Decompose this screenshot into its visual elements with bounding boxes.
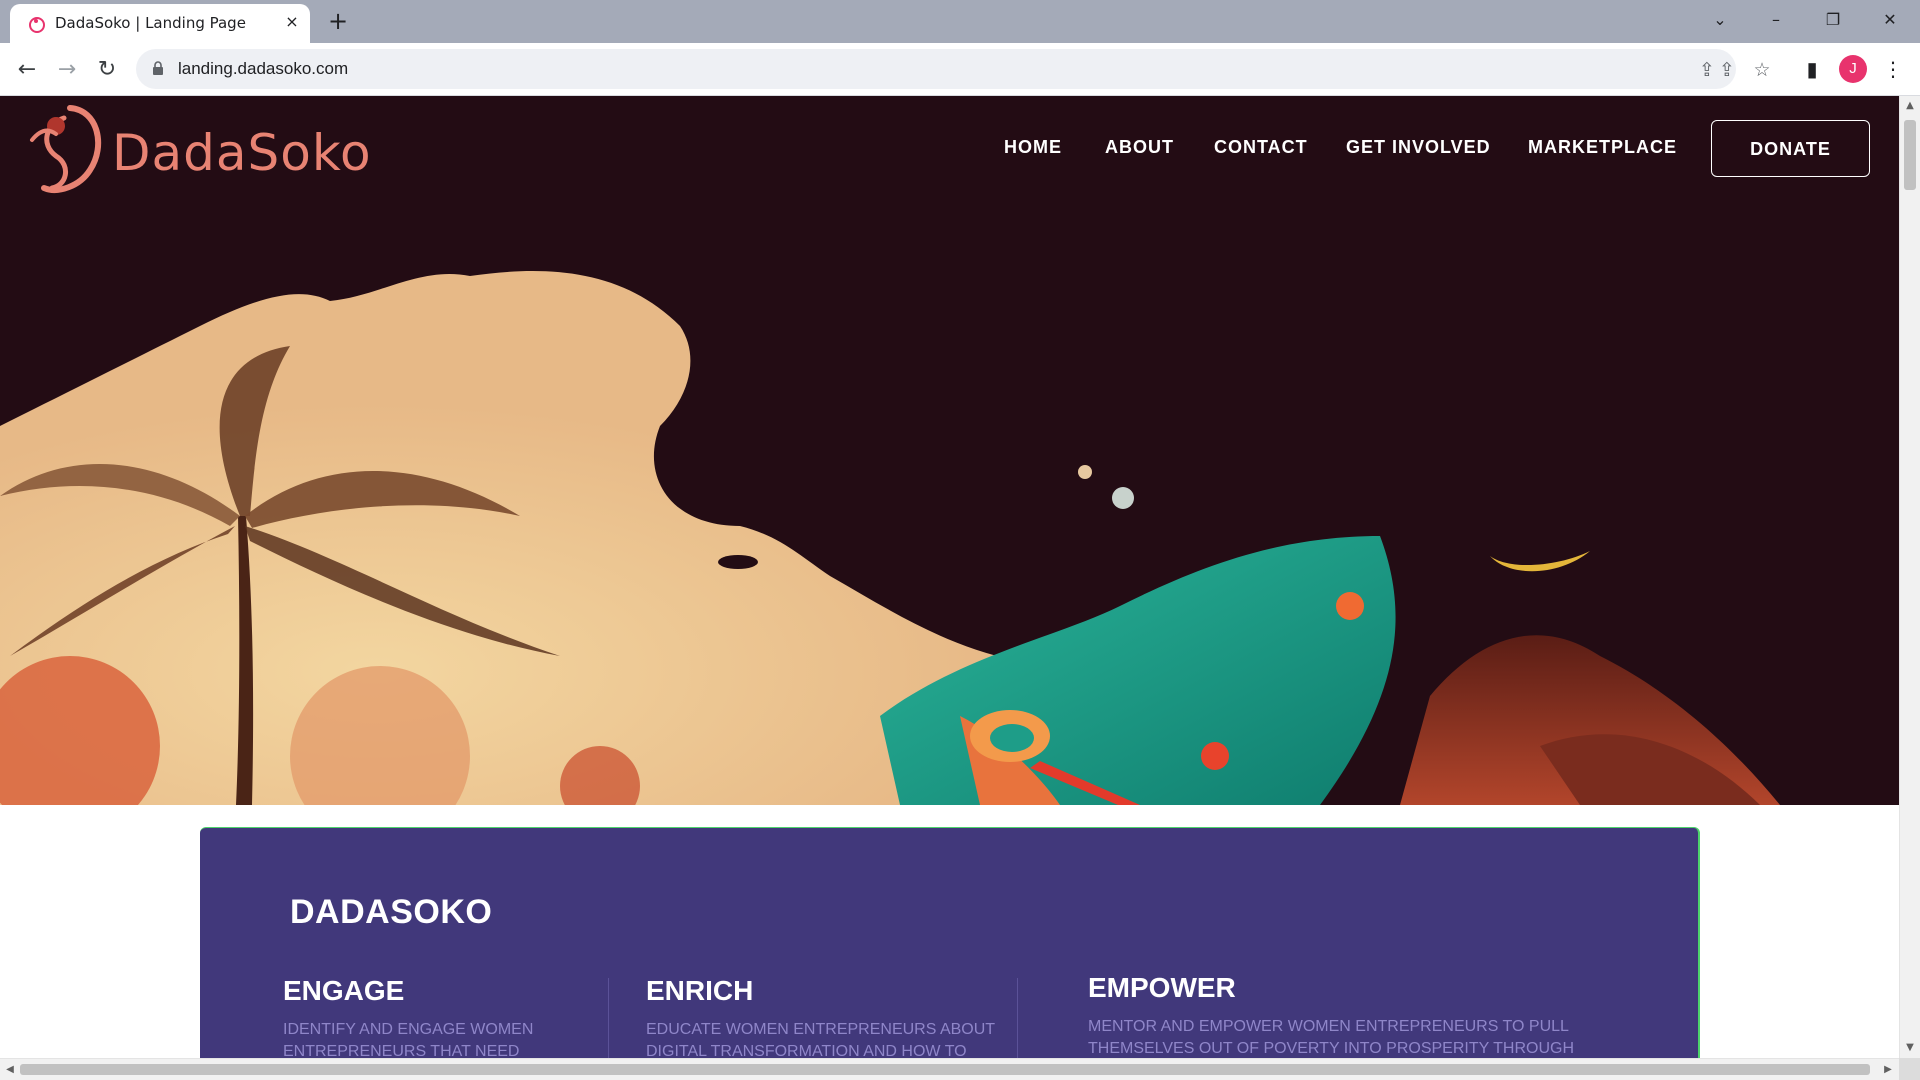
url-text[interactable]: landing.dadasoko.com bbox=[178, 59, 348, 79]
nav-get-involved[interactable]: GET INVOLVED bbox=[1346, 137, 1491, 158]
column-divider bbox=[1017, 978, 1018, 1058]
page-viewport: DadaSoko HOME ABOUT CONTACT GET INVOLVED… bbox=[0, 96, 1899, 1058]
tab-title: DadaSoko | Landing Page bbox=[55, 14, 246, 32]
reload-icon[interactable]: ↻ bbox=[90, 53, 124, 87]
enrich-heading: ENRICH bbox=[646, 975, 754, 1006]
new-tab-icon[interactable]: + bbox=[325, 8, 351, 34]
nav-marketplace[interactable]: MARKETPLACE bbox=[1528, 137, 1677, 158]
engage-text: IDENTIFY AND ENGAGE WOMEN ENTREPRENEURS … bbox=[283, 1021, 534, 1058]
back-icon[interactable]: ← bbox=[10, 53, 44, 87]
browser-tab-strip: DadaSoko | Landing Page × + ⌄ – ❐ ✕ bbox=[0, 0, 1920, 43]
tab-search-icon[interactable]: ⌄ bbox=[1700, 4, 1740, 36]
forward-icon[interactable]: → bbox=[50, 53, 84, 87]
close-window-icon[interactable]: ✕ bbox=[1870, 4, 1910, 36]
scroll-left-icon[interactable]: ◀ bbox=[2, 1062, 18, 1078]
horizontal-scroll-thumb[interactable] bbox=[20, 1064, 1870, 1075]
address-bar[interactable]: landing.dadasoko.com ⇪ bbox=[136, 49, 1736, 89]
side-panel-icon[interactable]: ▮ bbox=[1797, 54, 1827, 84]
bookmark-star-icon[interactable]: ☆ bbox=[1749, 57, 1775, 83]
section-title: DADASOKO bbox=[290, 893, 493, 931]
tab-close-icon[interactable]: × bbox=[282, 12, 302, 32]
engage-heading: ENGAGE bbox=[283, 975, 405, 1006]
mission-card: DADASOKO ENGAGE IDENTIFY AND ENGAGE WOME… bbox=[200, 827, 1700, 1058]
hero-banner: DadaSoko HOME ABOUT CONTACT GET INVOLVED… bbox=[0, 96, 1899, 805]
profile-avatar[interactable]: J bbox=[1839, 55, 1867, 83]
nav-contact[interactable]: CONTACT bbox=[1214, 137, 1308, 158]
scrollbar-corner bbox=[1899, 1058, 1920, 1080]
column-divider bbox=[608, 978, 609, 1058]
vertical-scroll-thumb[interactable] bbox=[1904, 120, 1916, 190]
dadasoko-favicon-icon bbox=[29, 17, 45, 33]
nav-home[interactable]: HOME bbox=[1004, 137, 1062, 158]
minimize-icon[interactable]: – bbox=[1756, 4, 1796, 36]
scroll-up-icon[interactable]: ▲ bbox=[1902, 98, 1918, 114]
browser-menu-icon[interactable]: ⋮ bbox=[1878, 54, 1908, 84]
dadasoko-logo-icon[interactable] bbox=[26, 100, 108, 196]
empower-heading: EMPOWER bbox=[1088, 972, 1236, 1003]
scroll-down-icon[interactable]: ▼ bbox=[1902, 1040, 1918, 1056]
logo-wordmark[interactable]: DadaSoko bbox=[112, 124, 372, 182]
browser-tab[interactable]: DadaSoko | Landing Page × bbox=[10, 4, 310, 43]
browser-toolbar: ← → ↻ landing.dadasoko.com ⇪ ⇪ ☆ ▮ J ⋮ bbox=[0, 43, 1920, 96]
vertical-scrollbar[interactable]: ▲ ▼ bbox=[1899, 96, 1920, 1058]
horizontal-scrollbar[interactable]: ◀ ▶ bbox=[0, 1058, 1899, 1080]
enrich-text: EDUCATE WOMEN ENTREPRENEURS ABOUT DIGITA… bbox=[646, 1021, 995, 1058]
donate-button[interactable]: DONATE bbox=[1711, 120, 1870, 177]
site-header: DadaSoko HOME ABOUT CONTACT GET INVOLVED… bbox=[0, 96, 1899, 206]
share-page-icon[interactable]: ⇪ bbox=[1714, 57, 1740, 83]
restore-icon[interactable]: ❐ bbox=[1813, 4, 1853, 36]
lock-icon bbox=[153, 61, 163, 75]
scroll-right-icon[interactable]: ▶ bbox=[1880, 1062, 1896, 1078]
empower-text: MENTOR AND EMPOWER WOMEN ENTREPRENEURS T… bbox=[1088, 1018, 1575, 1057]
nav-about[interactable]: ABOUT bbox=[1105, 137, 1174, 158]
